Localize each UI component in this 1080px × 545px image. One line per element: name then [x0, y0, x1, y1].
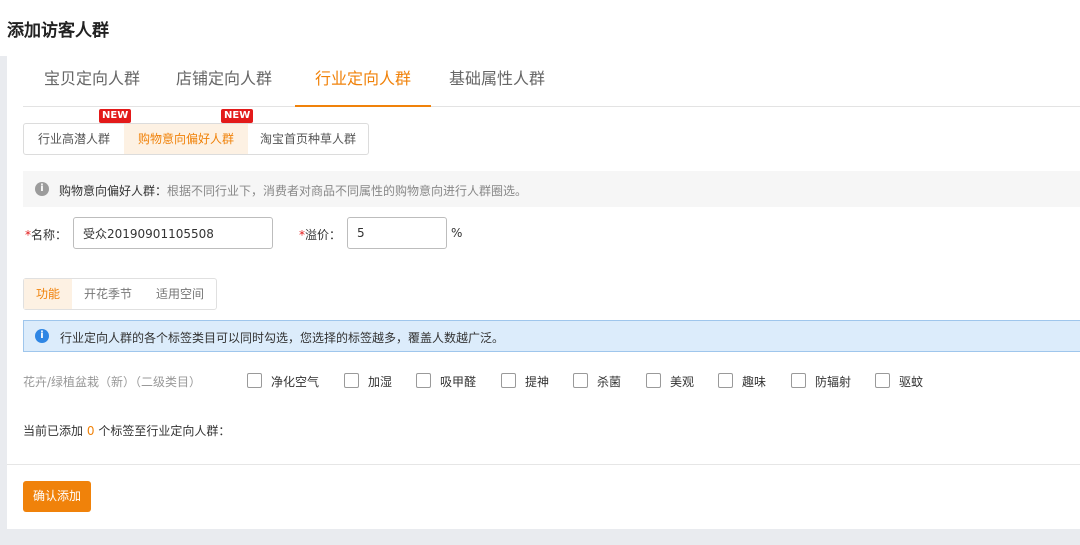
- notice-bar: i 行业定向人群的各个标签类目可以同时勾选，您选择的标签越多，覆盖人数越广泛。: [23, 320, 1080, 352]
- premium-label-text: 溢价：: [305, 228, 342, 242]
- tag-label: 防辐射: [815, 375, 852, 389]
- checkbox[interactable]: [875, 373, 890, 388]
- checkbox[interactable]: [501, 373, 516, 388]
- summary-text: 当前已添加 0 个标签至行业定向人群：: [23, 422, 230, 439]
- content-card: 宝贝定向人群 店铺定向人群 行业定向人群 基础属性人群 行业高潜人群 NEW 购…: [7, 56, 1080, 529]
- tab-industry-audience[interactable]: 行业定向人群: [295, 56, 431, 107]
- checkbox[interactable]: [573, 373, 588, 388]
- checkbox[interactable]: [247, 373, 262, 388]
- tab-store-audience[interactable]: 店铺定向人群: [175, 56, 273, 107]
- confirm-add-button[interactable]: 确认添加: [23, 481, 91, 512]
- tag-label: 净化空气: [271, 375, 320, 389]
- page-header: 添加访客人群: [0, 0, 1080, 56]
- name-input[interactable]: [73, 217, 273, 249]
- info-text: 购物意向偏好人群：根据不同行业下，消费者对商品不同属性的购物意向进行人群圈选。: [59, 182, 527, 199]
- info-title: 购物意向偏好人群：: [59, 184, 168, 198]
- tag-count: 0: [86, 424, 95, 438]
- tab-item-audience[interactable]: 宝贝定向人群: [43, 56, 141, 107]
- sub-tabs: 行业高潜人群 NEW 购物意向偏好人群 NEW 淘宝首页种草人群: [23, 109, 369, 155]
- new-badge: NEW: [221, 109, 254, 123]
- checkbox[interactable]: [718, 373, 733, 388]
- info-icon: i: [35, 329, 49, 343]
- tag-label: 加湿: [368, 375, 393, 389]
- subtab-industry-potential[interactable]: 行业高潜人群 NEW: [24, 109, 132, 154]
- checkbox[interactable]: [344, 373, 359, 388]
- subtab-label: 行业高潜人群: [37, 132, 110, 146]
- premium-unit: %: [451, 226, 463, 240]
- notice-text: 行业定向人群的各个标签类目可以同时勾选，您选择的标签越多，覆盖人数越广泛。: [60, 331, 505, 345]
- name-label-text: 名称：: [31, 228, 68, 242]
- info-description: 根据不同行业下，消费者对商品不同属性的购物意向进行人群圈选。: [167, 184, 528, 198]
- tag-label: 吸甲醛: [440, 375, 477, 389]
- attr-tab-bloom-season[interactable]: 开花季节: [72, 279, 144, 309]
- tag-label: 趣味: [742, 375, 767, 389]
- tag-label: 杀菌: [597, 375, 622, 389]
- page-title: 添加访客人群: [7, 21, 109, 41]
- checkbox[interactable]: [646, 373, 661, 388]
- premium-label: *溢价：: [299, 226, 341, 243]
- tag-label: 驱蚊: [899, 375, 924, 389]
- name-label: *名称：: [25, 226, 67, 243]
- subtab-label: 购物意向偏好人群: [137, 132, 234, 146]
- divider: [7, 464, 1080, 465]
- subtab-shopping-intent[interactable]: 购物意向偏好人群 NEW: [124, 109, 254, 154]
- checkbox[interactable]: [791, 373, 806, 388]
- subtab-taobao-homepage[interactable]: 淘宝首页种草人群: [248, 124, 368, 154]
- tag-label: 提神: [525, 375, 550, 389]
- tab-basic-attribute-audience[interactable]: 基础属性人群: [448, 56, 546, 107]
- attr-tab-function[interactable]: 功能: [24, 279, 72, 309]
- premium-input[interactable]: [347, 217, 447, 249]
- attribute-tabs: 功能 开花季节 适用空间: [23, 278, 217, 310]
- main-tabs: 宝贝定向人群 店铺定向人群 行业定向人群 基础属性人群: [23, 56, 1080, 107]
- tag-label: 美观: [670, 375, 695, 389]
- info-bar: i 购物意向偏好人群：根据不同行业下，消费者对商品不同属性的购物意向进行人群圈选…: [23, 171, 1080, 207]
- summary-prefix: 当前已添加: [23, 424, 84, 438]
- summary-suffix: 个标签至行业定向人群：: [98, 424, 231, 438]
- info-icon: i: [35, 182, 49, 196]
- new-badge: NEW: [99, 109, 132, 123]
- attr-tab-space[interactable]: 适用空间: [144, 279, 216, 309]
- category-label: 花卉/绿植盆栽（新）（二级类目）: [23, 375, 202, 389]
- checkbox[interactable]: [416, 373, 431, 388]
